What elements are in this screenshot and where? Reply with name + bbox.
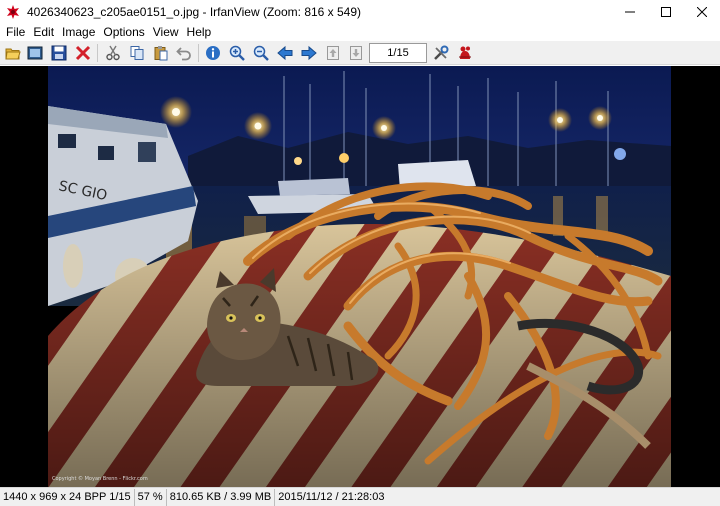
menu-options[interactable]: Options — [99, 24, 148, 40]
status-filesize: 810.65 KB / 3.99 MB — [167, 488, 276, 506]
image-copyright: Copyright © Moyan Brenn - Flickr.com — [52, 476, 148, 482]
copy-icon — [130, 46, 144, 60]
displayed-photo: SC GIO — [48, 66, 671, 487]
irfanview-app-icon — [7, 4, 19, 19]
cut-icon — [106, 45, 120, 61]
info-button[interactable] — [204, 44, 222, 62]
zoom-in-icon — [229, 45, 245, 61]
title-bar: 4026340623_c205ae0151_o.jpg - IrfanView … — [0, 0, 720, 23]
zoom-in-button[interactable] — [228, 44, 246, 62]
minimize-icon — [625, 11, 635, 12]
close-icon — [697, 6, 707, 17]
paste-icon — [154, 46, 168, 61]
menu-edit[interactable]: Edit — [29, 24, 58, 40]
page-indicator: 1/15 — [369, 43, 427, 63]
minimize-button[interactable] — [612, 0, 648, 23]
settings-icon — [434, 45, 449, 60]
thumbnails-button[interactable] — [26, 44, 44, 62]
maximize-icon — [661, 6, 671, 17]
thumbnails-icon — [27, 46, 43, 60]
copy-button[interactable] — [128, 44, 146, 62]
menu-file[interactable]: File — [2, 24, 29, 40]
status-zoom: 57 % — [135, 488, 167, 506]
toolbar: 1/15 — [0, 41, 720, 65]
previous-icon — [277, 45, 293, 61]
zoom-out-button[interactable] — [252, 44, 270, 62]
undo-icon — [176, 47, 191, 61]
next-page-icon — [350, 46, 362, 60]
cut-button[interactable] — [104, 44, 122, 62]
image-viewer[interactable]: SC GIO Copyright © Moyan Brenn - Flickr.… — [0, 66, 720, 487]
save-button[interactable] — [50, 44, 68, 62]
status-datetime: 2015/11/12 / 21:28:03 — [278, 490, 385, 503]
first-page-icon — [327, 46, 339, 60]
delete-icon — [75, 45, 91, 61]
paste-button[interactable] — [152, 44, 170, 62]
about-button[interactable] — [456, 44, 474, 62]
first-page-button[interactable] — [324, 44, 342, 62]
status-dimensions: 1440 x 969 x 24 BPP 1/15 — [0, 488, 135, 506]
previous-button[interactable] — [276, 44, 294, 62]
menu-bar: File Edit Image Options View Help — [0, 23, 720, 41]
info-icon — [206, 46, 220, 60]
status-bar: 1440 x 969 x 24 BPP 1/15 57 % 810.65 KB … — [0, 487, 720, 506]
open-folder-icon — [5, 48, 21, 60]
menu-view[interactable]: View — [149, 24, 183, 40]
next-button[interactable] — [300, 44, 318, 62]
menu-image[interactable]: Image — [58, 24, 99, 40]
undo-button[interactable] — [175, 44, 193, 62]
zoom-out-icon — [253, 45, 269, 61]
open-button[interactable] — [4, 44, 22, 62]
menu-help[interactable]: Help — [183, 24, 216, 40]
maximize-button[interactable] — [648, 0, 684, 23]
save-icon — [51, 45, 67, 61]
next-icon — [301, 45, 317, 61]
settings-button[interactable] — [432, 44, 450, 62]
delete-button[interactable] — [74, 44, 92, 62]
next-page-button[interactable] — [347, 44, 365, 62]
window-title: 4026340623_c205ae0151_o.jpg - IrfanView … — [27, 4, 362, 19]
irfanview-logo-icon — [459, 46, 471, 59]
close-button[interactable] — [684, 0, 720, 23]
